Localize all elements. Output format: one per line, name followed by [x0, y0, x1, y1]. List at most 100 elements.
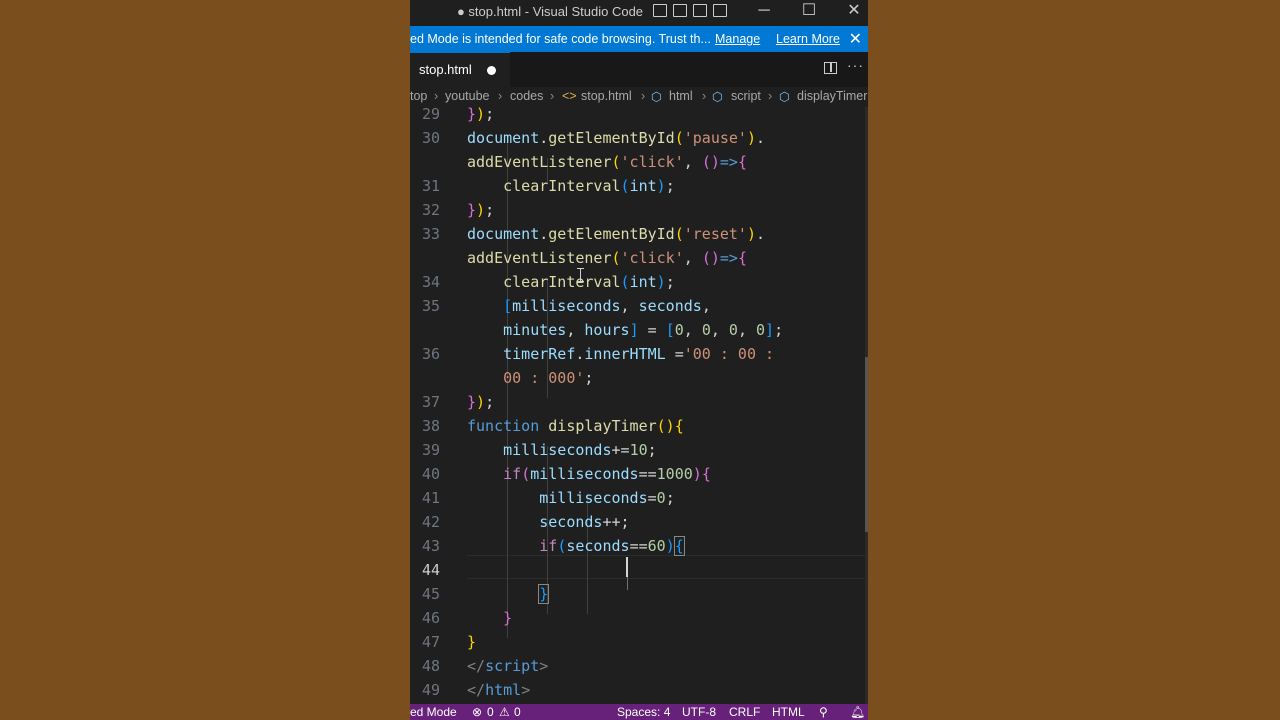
- code-line[interactable]: 47}: [410, 630, 868, 654]
- warning-icon[interactable]: ⚠: [499, 705, 510, 719]
- line-number: 32: [421, 201, 440, 219]
- learn-more-link[interactable]: Learn More: [776, 32, 840, 46]
- manage-link[interactable]: Manage: [715, 32, 760, 46]
- line-code: timerRef.innerHTML ='00 : 00 :: [503, 345, 775, 363]
- breadcrumb-item[interactable]: html: [669, 89, 693, 103]
- tab-stop-html[interactable]: stop.html: [410, 52, 510, 87]
- code-line[interactable]: 45 }: [410, 582, 868, 606]
- code-line[interactable]: 31 clearInterval(int);: [410, 174, 868, 198]
- line-code: }: [538, 584, 550, 604]
- line-code: addEventListener('click', ()=>{: [467, 153, 747, 171]
- encoding-indicator[interactable]: UTF-8: [682, 705, 716, 719]
- line-number: 49: [421, 681, 440, 699]
- code-line[interactable]: 00 : 000';: [410, 366, 868, 390]
- line-number: 36: [421, 345, 440, 363]
- breadcrumb-item[interactable]: top: [410, 89, 427, 103]
- scrollbar-thumb[interactable]: [865, 357, 868, 532]
- split-editor-icon[interactable]: [824, 62, 837, 74]
- code-editor[interactable]: 29}); 30 document.getElementById('pause').…: [410, 105, 868, 704]
- error-icon[interactable]: ⊗: [472, 705, 482, 719]
- mouse-cursor-icon: [577, 268, 584, 282]
- line-code: seconds++;: [539, 513, 630, 531]
- code-line[interactable]: 35 [milliseconds, seconds,: [410, 294, 868, 318]
- line-code: function displayTimer(){: [467, 417, 684, 435]
- banner-close-icon[interactable]: ✕: [849, 29, 862, 49]
- line-code: </script>: [467, 657, 549, 675]
- layout-controls: [653, 4, 727, 17]
- line-code: }: [467, 633, 477, 651]
- minimize-button[interactable]: ─: [741, 0, 787, 24]
- maximize-button[interactable]: ☐: [786, 0, 832, 24]
- chevron-right-icon: ›: [768, 89, 773, 103]
- line-code: });: [467, 393, 495, 411]
- code-line[interactable]: 40 if(milliseconds==1000){: [410, 462, 868, 486]
- chevron-right-icon: ›: [641, 89, 646, 103]
- toggle-primary-sidebar-icon[interactable]: [653, 4, 667, 17]
- line-number: 44: [421, 561, 440, 579]
- code-line[interactable]: 37});: [410, 390, 868, 414]
- video-background-left: [0, 0, 410, 720]
- code-line[interactable]: 32});: [410, 198, 868, 222]
- restricted-mode-indicator[interactable]: ed Mode: [410, 705, 457, 719]
- error-count[interactable]: 0: [487, 705, 494, 719]
- indentation-indicator[interactable]: Spaces: 4: [617, 705, 670, 719]
- chevron-right-icon: ›: [434, 89, 439, 103]
- line-code: minutes, hours] = [0, 0, 0, 0];: [503, 321, 784, 339]
- breadcrumb-item[interactable]: script: [731, 89, 761, 103]
- toggle-panel-icon[interactable]: [673, 4, 687, 17]
- eol-indicator[interactable]: CRLF: [729, 705, 760, 719]
- line-code: milliseconds=0;: [539, 489, 675, 507]
- line-number: 47: [421, 633, 440, 651]
- breadcrumb-item[interactable]: stop.html: [581, 89, 632, 103]
- code-line[interactable]: 49 </html>: [410, 678, 868, 702]
- code-line[interactable]: 39 milliseconds+=10;: [410, 438, 868, 462]
- line-number: 46: [421, 609, 440, 627]
- code-line[interactable]: 46 }: [410, 606, 868, 630]
- breadcrumb-item[interactable]: displayTimer: [797, 89, 867, 103]
- text-cursor: [626, 557, 628, 577]
- chevron-right-icon: ›: [702, 89, 707, 103]
- close-window-button[interactable]: ✕: [831, 0, 868, 24]
- line-number: 29: [421, 105, 440, 123]
- code-line[interactable]: 33 document.getElementById('reset').: [410, 222, 868, 246]
- status-bar: ed Mode ⊗ 0 ⚠ 0 Spaces: 4 UTF-8 CRLF HTM…: [410, 704, 868, 720]
- notifications-bell-icon[interactable]: 🔔︎: [850, 705, 865, 719]
- code-line[interactable]: addEventListener('click', ()=>{: [410, 150, 868, 174]
- line-number: 41: [421, 489, 440, 507]
- more-actions-icon[interactable]: ···: [847, 57, 864, 73]
- line-code: document.getElementById('reset').: [467, 225, 766, 243]
- window-title: ● stop.html - Visual Studio Code: [456, 4, 644, 19]
- html-file-icon: <>: [562, 89, 577, 103]
- warning-count[interactable]: 0: [514, 705, 521, 719]
- line-number: 42: [421, 513, 440, 531]
- line-number: 31: [421, 177, 440, 195]
- line-number: 39: [421, 441, 440, 459]
- editor-tab-bar: stop.html ···: [410, 52, 868, 87]
- code-line[interactable]: 41 milliseconds=0;: [410, 486, 868, 510]
- feedback-icon[interactable]: ⚲: [819, 705, 828, 719]
- code-line[interactable]: 38 function displayTimer(){: [410, 414, 868, 438]
- code-line[interactable]: 30 document.getElementById('pause').: [410, 126, 868, 150]
- line-number: 45: [421, 585, 440, 603]
- code-line[interactable]: minutes, hours] = [0, 0, 0, 0];: [410, 318, 868, 342]
- code-line[interactable]: 36 timerRef.innerHTML ='00 : 00 :: [410, 342, 868, 366]
- line-number: 38: [421, 417, 440, 435]
- customize-layout-icon[interactable]: [713, 4, 727, 17]
- vscode-window: ● stop.html - Visual Studio Code ─ ☐ ✕ e…: [410, 0, 868, 720]
- code-line[interactable]: addEventListener('click', ()=>{: [410, 246, 868, 270]
- code-line[interactable]: 43 if(seconds==60){: [410, 534, 868, 558]
- line-number: 40: [421, 465, 440, 483]
- title-bar: ● stop.html - Visual Studio Code ─ ☐ ✕: [410, 0, 868, 24]
- restricted-mode-banner: ed Mode is intended for safe code browsi…: [410, 26, 868, 52]
- unsaved-dot-icon[interactable]: [487, 66, 496, 75]
- code-line[interactable]: 48 </script>: [410, 654, 868, 678]
- breadcrumb-item[interactable]: youtube: [445, 89, 489, 103]
- code-line[interactable]: 29});: [410, 102, 868, 126]
- toggle-secondary-sidebar-icon[interactable]: [693, 4, 707, 17]
- code-line[interactable]: 34 clearInterval(int);: [410, 270, 868, 294]
- code-line[interactable]: 42 seconds++;: [410, 510, 868, 534]
- code-line[interactable]: 44: [410, 558, 868, 582]
- line-code: milliseconds+=10;: [503, 441, 657, 459]
- breadcrumb-item[interactable]: codes: [510, 89, 543, 103]
- language-mode[interactable]: HTML: [772, 705, 805, 719]
